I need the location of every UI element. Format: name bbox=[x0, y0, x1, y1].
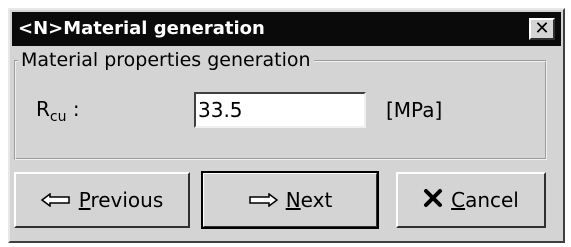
rcu-label-main: R bbox=[36, 97, 50, 121]
previous-mnemonic: P bbox=[78, 188, 91, 212]
unit-label: [MPa] bbox=[386, 98, 443, 122]
previous-label-rest: revious bbox=[90, 188, 164, 212]
cancel-label: Cancel bbox=[451, 188, 519, 212]
close-icon: ✕ bbox=[534, 18, 550, 39]
rcu-label: Rcu : bbox=[36, 97, 80, 125]
rcu-label-suffix: : bbox=[66, 97, 80, 121]
next-label-rest: ext bbox=[300, 188, 333, 212]
rcu-value-input[interactable] bbox=[194, 92, 366, 128]
next-label: Next bbox=[286, 188, 333, 212]
cancel-mnemonic: C bbox=[451, 188, 466, 212]
window-title: <N>Material generation bbox=[18, 18, 265, 39]
rcu-label-subscript: cu bbox=[49, 109, 67, 125]
groupbox-legend: Material properties generation bbox=[18, 50, 314, 70]
cancel-x-icon bbox=[423, 188, 443, 213]
close-button[interactable]: ✕ bbox=[529, 18, 555, 40]
arrow-left-icon bbox=[40, 188, 71, 212]
next-mnemonic: N bbox=[285, 188, 301, 212]
cancel-button[interactable]: Cancel bbox=[396, 172, 546, 228]
arrow-right-icon bbox=[248, 188, 278, 212]
cancel-label-rest: ancel bbox=[465, 188, 519, 212]
previous-label: Previous bbox=[79, 188, 164, 212]
title-bar[interactable]: <N>Material generation ✕ bbox=[12, 12, 561, 46]
previous-button[interactable]: Previous bbox=[14, 172, 190, 228]
next-button[interactable]: Next bbox=[201, 171, 379, 229]
